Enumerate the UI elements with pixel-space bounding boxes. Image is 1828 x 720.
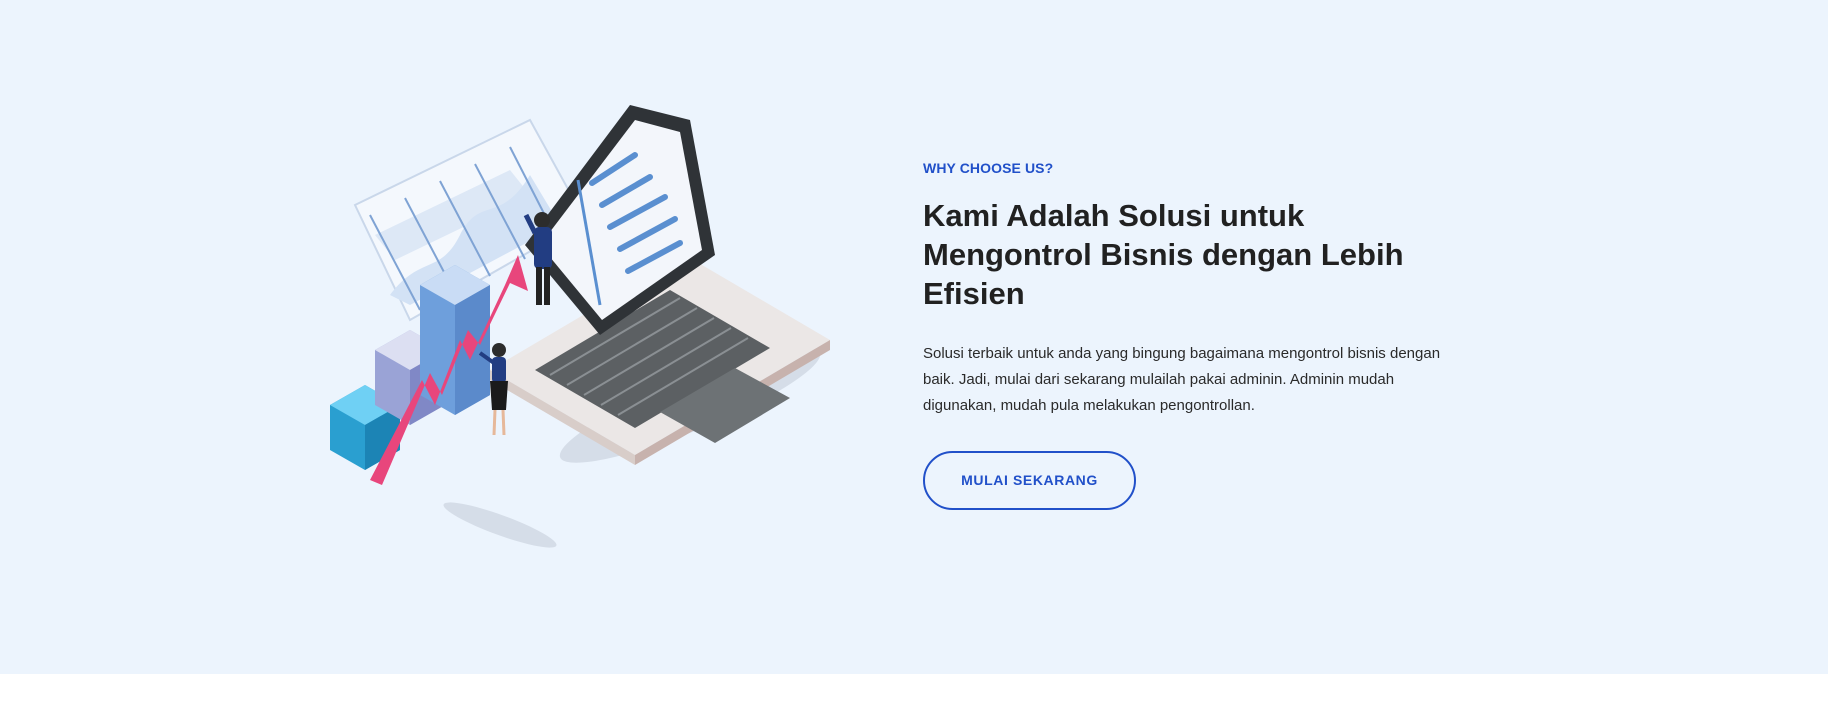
business-analytics-illustration [330, 105, 890, 555]
section-title: Kami Adalah Solusi untuk Mengontrol Bisn… [923, 198, 1404, 311]
hero-content: WHY CHOOSE US? Kami Adalah Solusi untuk … [923, 160, 1443, 510]
why-choose-us-section: WHY CHOOSE US? Kami Adalah Solusi untuk … [0, 0, 1828, 674]
eyebrow-label: WHY CHOOSE US? [923, 160, 1054, 176]
section-description: Solusi terbaik untuk anda yang bingung b… [923, 345, 1441, 414]
mulai-sekarang-button[interactable]: MULAI SEKARANG [923, 451, 1136, 510]
